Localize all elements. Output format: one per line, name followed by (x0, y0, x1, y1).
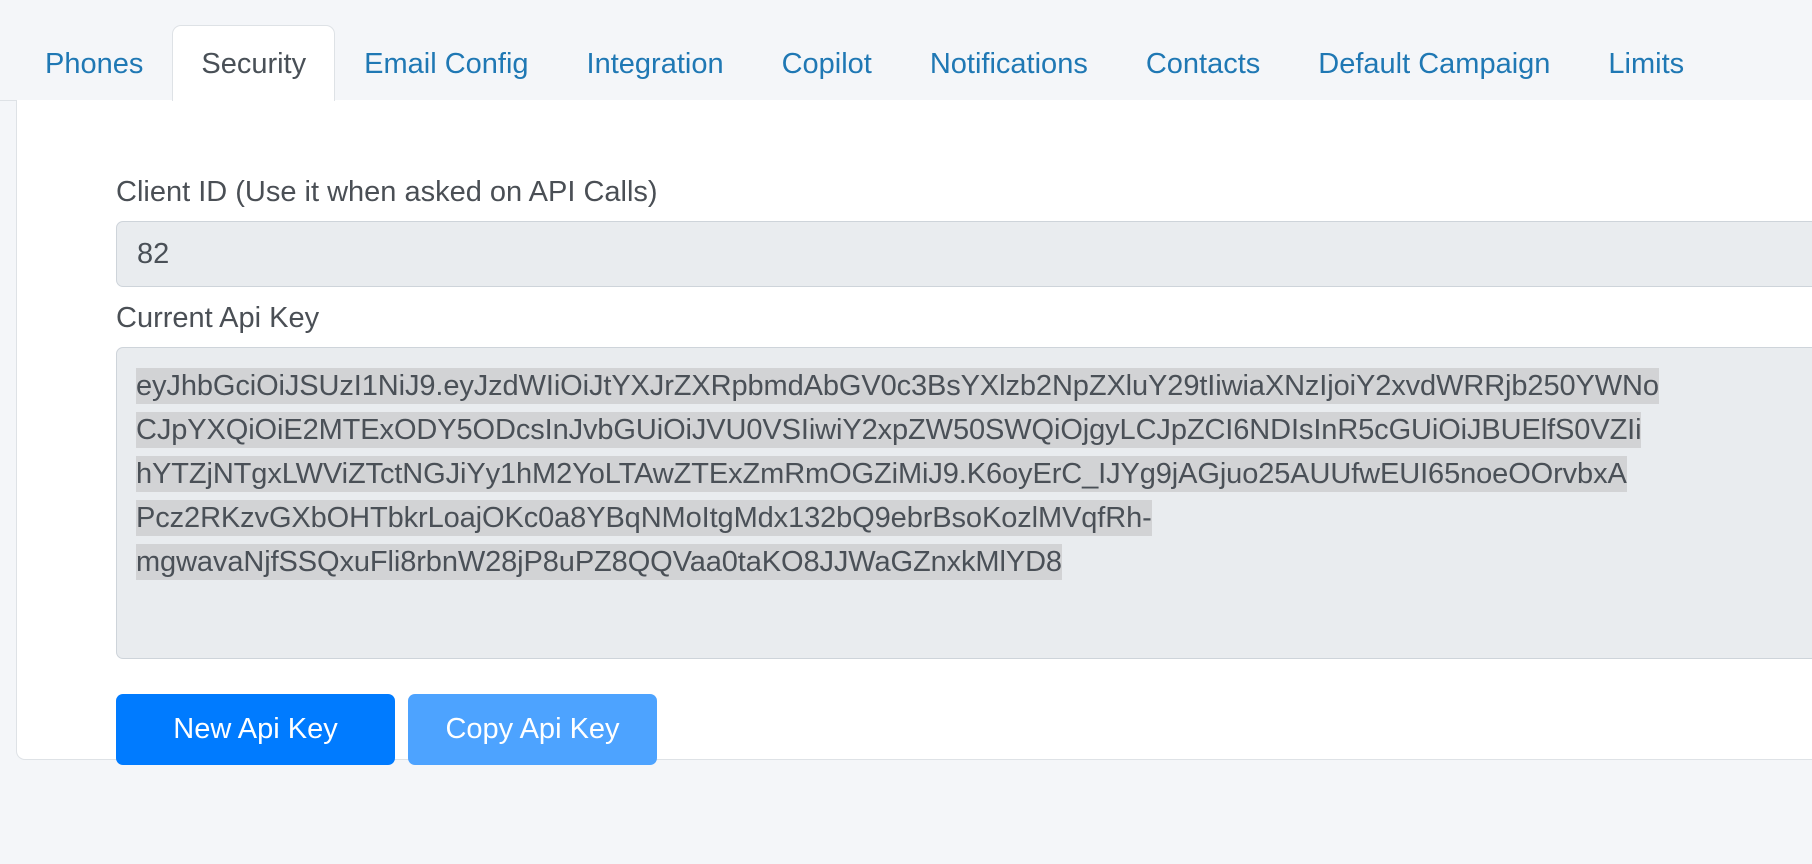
client-id-label: Client ID (Use it when asked on API Call… (116, 176, 658, 208)
tab-security[interactable]: Security (172, 25, 336, 101)
api-key-selection: Pcz2RKzvGXbOHTbkrLoajOKc0a8YBqNMoItgMdx1… (136, 500, 1152, 536)
api-key-line: mgwavaNjfSSQxuFli8rbnW28jP8uPZ8QQVaa0taK… (136, 540, 1812, 584)
tab-list: Phones Security Email Config Integration Cop… (16, 0, 1713, 101)
page-bottom-edge (0, 838, 1812, 864)
settings-tab-bar: Phones Security Email Config Integration Cop… (0, 0, 1812, 101)
tab-integration[interactable]: Integration (558, 25, 753, 101)
field-spacer (116, 287, 1812, 300)
api-key-selection: mgwavaNjfSSQxuFli8rbnW28jP8uPZ8QQVaa0taK… (136, 544, 1062, 580)
api-key-line: Pcz2RKzvGXbOHTbkrLoajOKc0a8YBqNMoItgMdx1… (136, 496, 1812, 540)
new-api-key-button[interactable]: New Api Key (116, 694, 395, 765)
tab-contacts[interactable]: Contacts (1117, 25, 1289, 101)
security-form: Client ID (Use it when asked on API Call… (116, 174, 1812, 765)
tab-limits[interactable]: Limits (1579, 25, 1713, 101)
tab-copilot[interactable]: Copilot (753, 25, 901, 101)
client-id-input[interactable] (116, 221, 1812, 287)
api-key-line: eyJhbGciOiJSUzI1NiJ9.eyJzdWIiOiJtYXJrZXR… (136, 364, 1812, 408)
security-panel: Client ID (Use it when asked on API Call… (16, 100, 1812, 765)
current-api-key-label: Current Api Key (116, 302, 320, 334)
api-key-value[interactable]: eyJhbGciOiJSUzI1NiJ9.eyJzdWIiOiJtYXJrZXR… (136, 364, 1812, 584)
tab-default-campaign[interactable]: Default Campaign (1289, 25, 1579, 101)
api-key-line: CJpYXQiOiE2MTExODY5ODcsInJvbGUiOiJVU0VSI… (136, 408, 1812, 452)
tab-phones[interactable]: Phones (16, 25, 172, 101)
api-key-selection: CJpYXQiOiE2MTExODY5ODcsInJvbGUiOiJVU0VSI… (136, 412, 1642, 448)
api-key-selection: eyJhbGciOiJSUzI1NiJ9.eyJzdWIiOiJtYXJrZXR… (136, 368, 1659, 404)
tab-notifications[interactable]: Notifications (901, 25, 1117, 101)
copy-api-key-button[interactable]: Copy Api Key (408, 694, 657, 765)
api-key-line: hYTZjNTgxLWViZTctNGJiYy1hM2YoLTAwZTExZmR… (136, 452, 1812, 496)
settings-page: Phones Security Email Config Integration Cop… (0, 0, 1812, 864)
api-key-actions: New Api Key Copy Api Key (116, 694, 1812, 765)
api-key-selection: hYTZjNTgxLWViZTctNGJiYy1hM2YoLTAwZTExZmR… (136, 456, 1627, 492)
api-key-textarea[interactable]: eyJhbGciOiJSUzI1NiJ9.eyJzdWIiOiJtYXJrZXR… (116, 347, 1812, 659)
tab-email-config[interactable]: Email Config (335, 25, 557, 101)
